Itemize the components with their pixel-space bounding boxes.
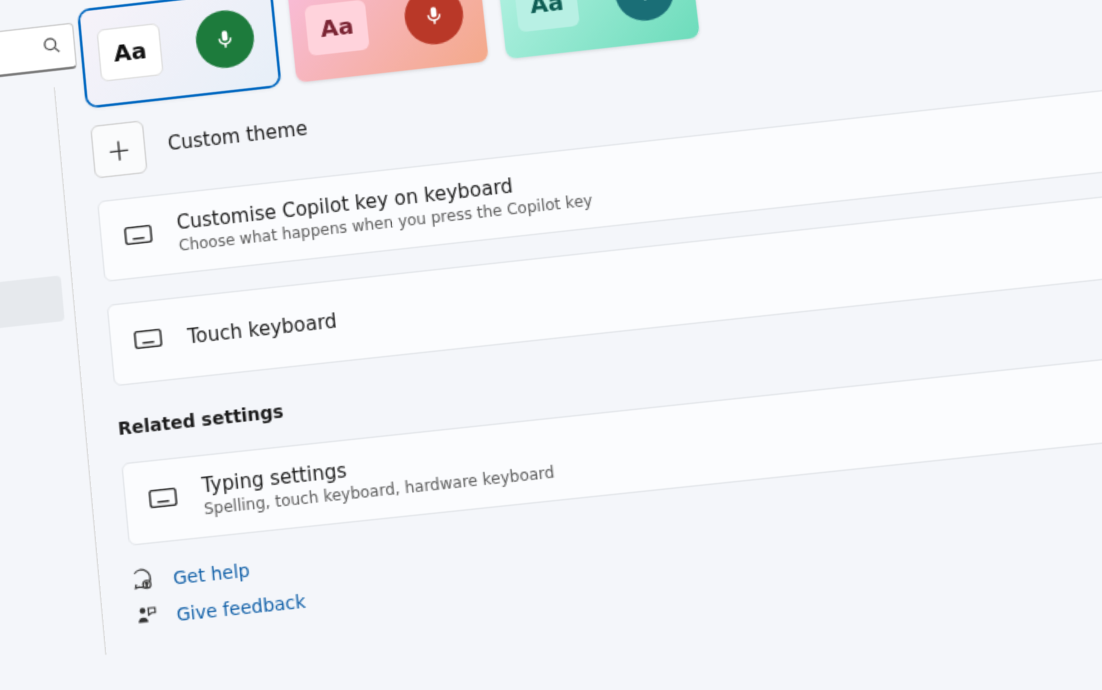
theme-option-pink[interactable]: Aa — [287, 0, 489, 83]
svg-text:?: ? — [145, 583, 149, 589]
plus-icon: ＋ — [105, 130, 133, 169]
keyboard-icon — [124, 223, 154, 251]
theme-sample-text: Aa — [96, 23, 163, 82]
microphone-icon — [193, 7, 256, 71]
feedback-icon — [134, 603, 160, 634]
theme-sample-text: Aa — [304, 0, 370, 56]
microphone-icon — [612, 0, 677, 24]
keyboard-icon — [133, 327, 163, 355]
sidebar-item-windows-update[interactable]: Windows Update — [0, 608, 95, 687]
custom-theme-label: Custom theme — [167, 117, 309, 155]
keyboard-icon — [148, 486, 178, 515]
theme-option-light[interactable]: Aa — [80, 0, 280, 106]
theme-option-teal[interactable]: Aa — [496, 0, 700, 59]
theme-sample-text: Aa — [513, 0, 579, 32]
get-help-label: Get help — [172, 561, 251, 590]
search-icon — [42, 35, 63, 61]
help-icon: ? — [131, 567, 157, 598]
give-feedback-label: Give feedback — [176, 592, 307, 626]
add-custom-theme-button[interactable]: ＋ — [90, 120, 148, 178]
search-input[interactable] — [0, 37, 44, 92]
sidebar: Home System Bluetooth & devices Network … — [0, 87, 106, 688]
microphone-icon — [402, 0, 466, 47]
